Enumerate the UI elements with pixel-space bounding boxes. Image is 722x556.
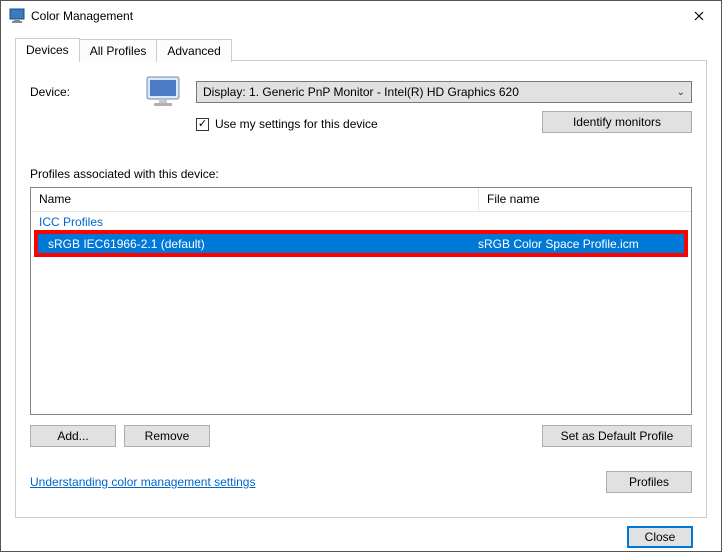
close-button[interactable]: Close [627,526,693,548]
tab-all-profiles[interactable]: All Profiles [79,39,158,62]
tab-advanced[interactable]: Advanced [156,39,231,62]
use-settings-checkbox[interactable]: ✓ [196,118,209,131]
profile-group-icc[interactable]: ICC Profiles [31,212,691,232]
profile-name-cell: sRGB IEC61966-2.1 (default) [38,237,478,251]
profile-row-selected[interactable]: sRGB IEC61966-2.1 (default) sRGB Color S… [38,234,684,253]
column-header-file[interactable]: File name [479,188,691,211]
device-label: Device: [30,85,144,99]
table-header: Name File name [31,188,691,212]
profiles-associated-label: Profiles associated with this device: [30,167,692,181]
column-header-name[interactable]: Name [31,188,479,211]
app-icon [9,8,25,24]
device-selected-text: Display: 1. Generic PnP Monitor - Intel(… [203,85,519,99]
profile-file-cell: sRGB Color Space Profile.icm [478,237,684,251]
monitor-icon [144,75,186,109]
titlebar: Color Management [1,1,721,31]
window-title: Color Management [31,9,676,23]
device-dropdown[interactable]: Display: 1. Generic PnP Monitor - Intel(… [196,81,692,103]
use-settings-label: Use my settings for this device [215,117,378,131]
identify-monitors-button[interactable]: Identify monitors [542,111,692,133]
add-button[interactable]: Add... [30,425,116,447]
set-default-button[interactable]: Set as Default Profile [542,425,692,447]
profiles-table: Name File name ICC Profiles sRGB IEC6196… [30,187,692,415]
tab-devices[interactable]: Devices [15,38,80,61]
understanding-link[interactable]: Understanding color management settings [30,475,255,489]
tab-strip: Devices All Profiles Advanced [15,37,707,61]
chevron-down-icon: ⌄ [677,87,685,98]
profiles-button[interactable]: Profiles [606,471,692,493]
annotation-highlight: sRGB IEC61966-2.1 (default) sRGB Color S… [34,230,688,257]
tab-panel-devices: Device: Display: 1. Generic PnP Monitor … [15,61,707,518]
window-close-button[interactable] [676,1,721,31]
remove-button[interactable]: Remove [124,425,210,447]
